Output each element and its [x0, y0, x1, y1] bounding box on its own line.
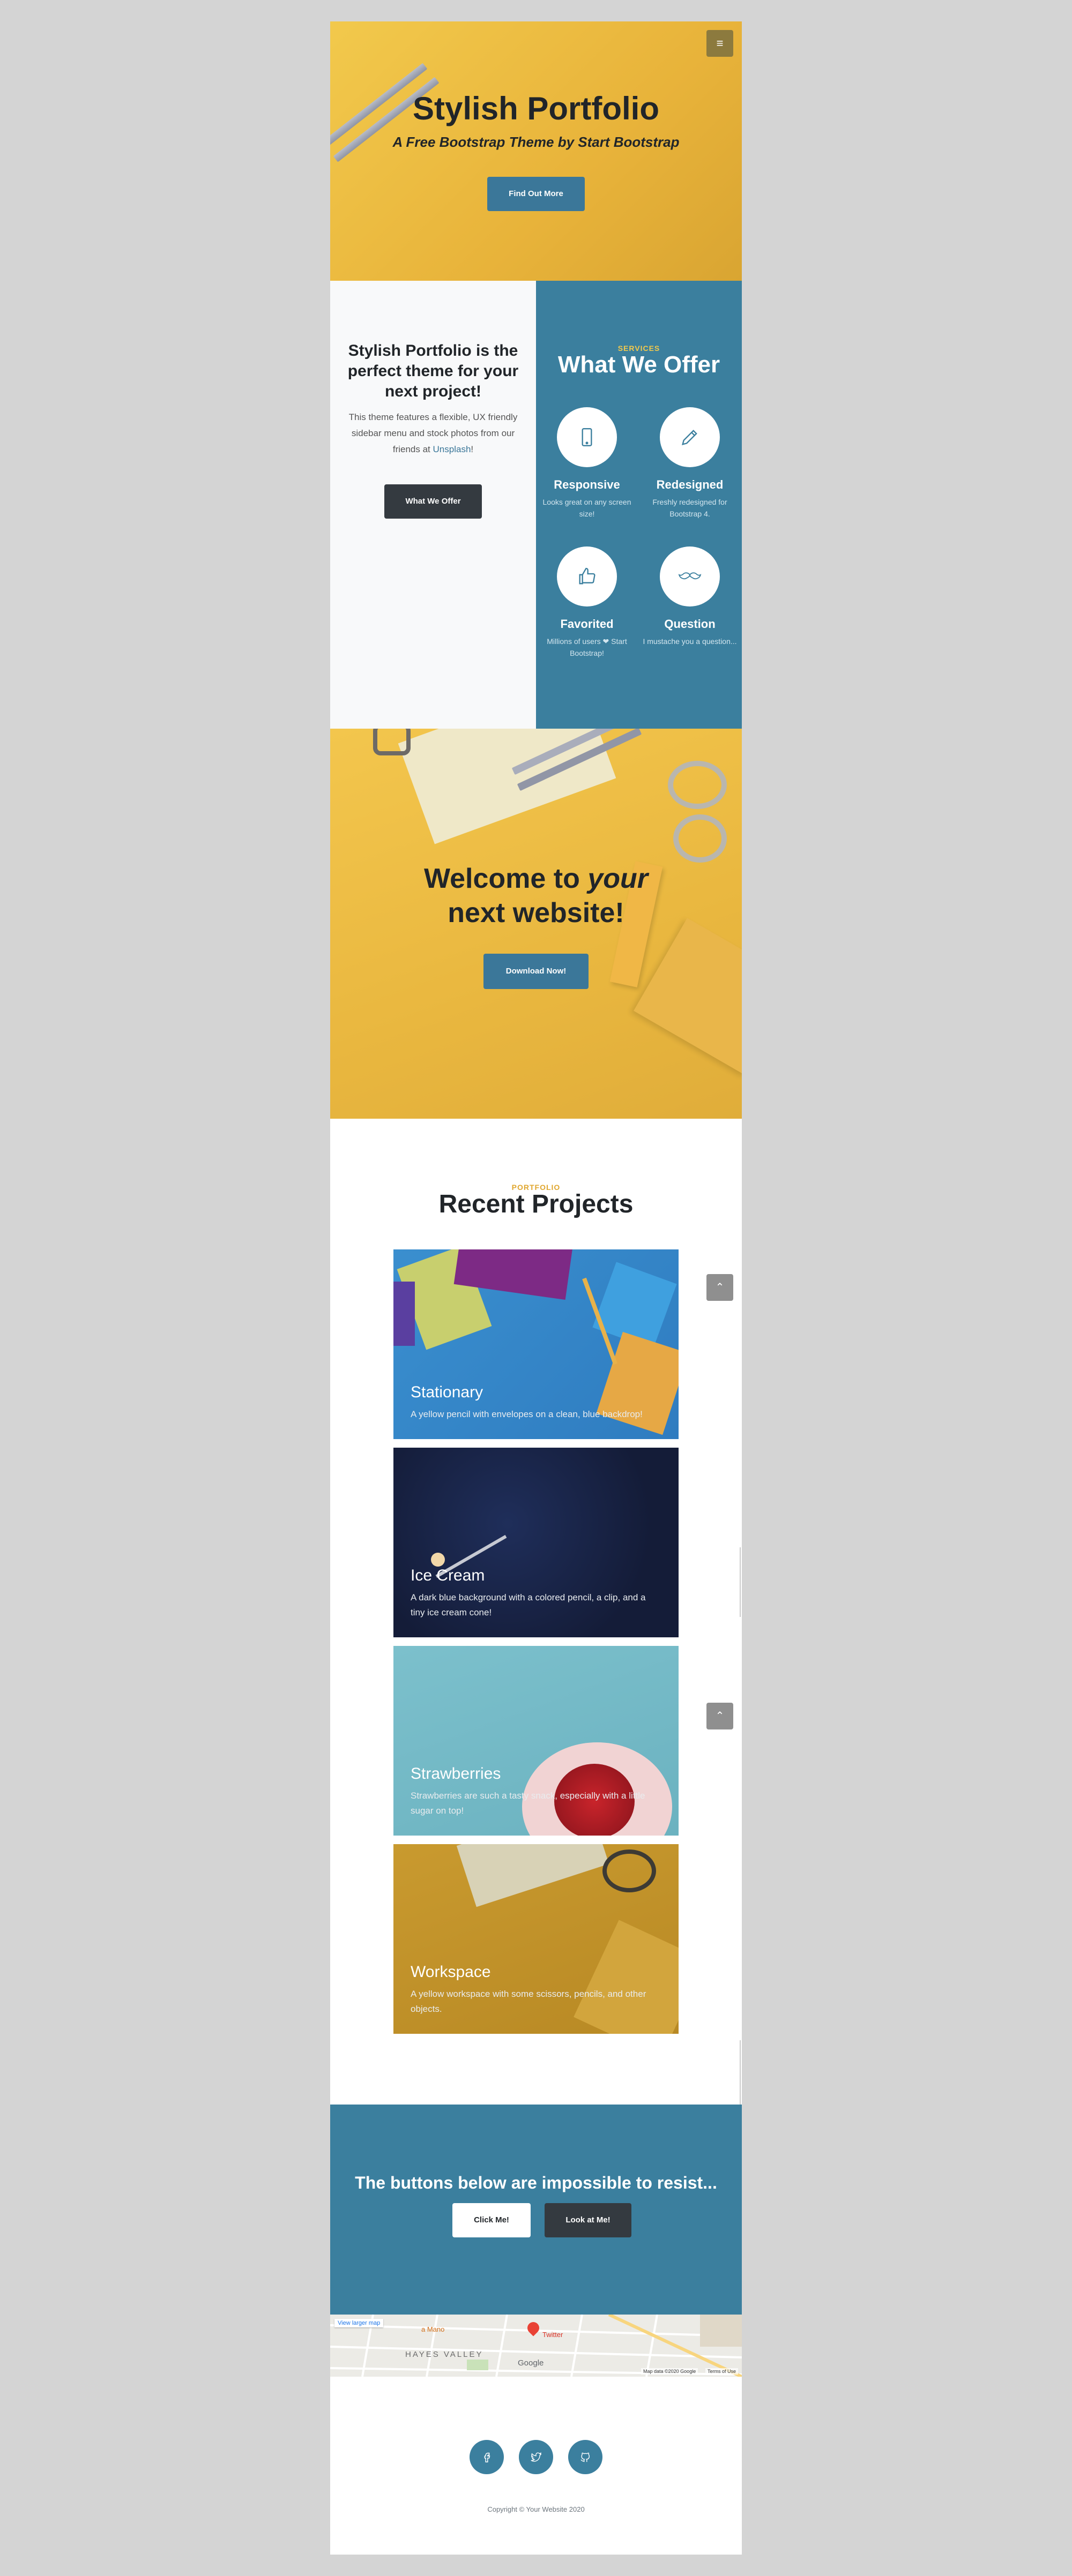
services-section: SERVICES What We Offer Responsive Looks …	[536, 281, 742, 729]
scrollbar[interactable]	[740, 2040, 741, 2115]
portfolio-title: Ice Cream	[411, 1567, 485, 1584]
map-terms-link[interactable]: Terms of Use	[705, 2368, 739, 2375]
look-at-me-button[interactable]: Look at Me!	[545, 2203, 631, 2237]
chevron-up-icon: ⌃	[715, 1710, 725, 1722]
portfolio-caption: Strawberries Strawberries are such a tas…	[411, 1765, 661, 1818]
service-text: I mustache you a question...	[643, 637, 737, 646]
scissors-decoration	[673, 814, 727, 863]
call-to-action-section: The buttons below are impossible to resi…	[330, 2105, 742, 2315]
portfolio-heading: Recent Projects	[438, 1190, 634, 1218]
hero-title: Stylish Portfolio	[412, 91, 660, 126]
callout-section: Welcome to your next website! Download No…	[330, 729, 742, 1119]
twitter-icon[interactable]	[519, 2440, 553, 2474]
hero-section: ≡ Stylish Portfolio A Free Bootstrap The…	[330, 21, 742, 281]
service-title: Redesigned	[656, 478, 724, 491]
map-place-label: a Mano	[421, 2325, 445, 2333]
portfolio-title: Strawberries	[411, 1765, 501, 1783]
copyright-text: Copyright © Your Website 2020	[487, 2505, 585, 2513]
portfolio-text: Strawberries are such a tasty snack, esp…	[411, 1791, 645, 1816]
about-heading: Stylish Portfolio is the perfect theme f…	[347, 342, 519, 400]
thumbs-up-icon	[557, 546, 617, 606]
service-title: Question	[664, 617, 716, 631]
find-out-more-button[interactable]: Find Out More	[487, 177, 585, 211]
phone-icon	[557, 407, 617, 467]
services-heading: What We Offer	[557, 351, 720, 378]
service-question: Question I mustache you a question...	[639, 546, 741, 647]
about-section: Stylish Portfolio is the perfect theme f…	[330, 281, 536, 729]
facebook-icon[interactable]	[470, 2440, 504, 2474]
notepad-decoration	[456, 1844, 609, 1907]
portfolio-text: A yellow pencil with envelopes on a clea…	[411, 1409, 643, 1419]
portfolio-caption: Stationary A yellow pencil with envelope…	[411, 1383, 661, 1422]
scissors-decoration	[602, 1849, 656, 1892]
callout-title: Welcome to your next website!	[423, 863, 648, 928]
portfolio-title: Workspace	[411, 1963, 491, 1981]
what-we-offer-button[interactable]: What We Offer	[384, 484, 482, 519]
scissors-decoration	[668, 761, 727, 809]
service-text: Freshly redesigned for Bootstrap 4.	[652, 498, 727, 518]
chevron-up-icon: ⌃	[715, 1282, 725, 1293]
service-favorited: Favorited Millions of users ❤ Start Boot…	[536, 546, 638, 659]
mustache-icon	[660, 546, 720, 606]
click-me-button[interactable]: Click Me!	[452, 2203, 531, 2237]
portfolio-item-stationary[interactable]: Stationary A yellow pencil with envelope…	[393, 1249, 679, 1439]
portfolio-item-workspace[interactable]: Workspace A yellow workspace with some s…	[393, 1844, 679, 2034]
page: ≡ Stylish Portfolio A Free Bootstrap The…	[330, 21, 742, 2555]
service-title: Responsive	[554, 478, 620, 491]
pencil-icon	[660, 407, 720, 467]
portfolio-item-strawberries[interactable]: Strawberries Strawberries are such a tas…	[393, 1646, 679, 1836]
binder-clip-decoration	[373, 729, 411, 755]
portfolio-title: Stationary	[411, 1383, 483, 1401]
envelope-decoration	[393, 1282, 415, 1346]
map-place-label: Twitter	[542, 2331, 563, 2339]
menu-toggle-button[interactable]: ≡	[706, 30, 733, 57]
service-title: Favorited	[560, 617, 614, 631]
google-logo: Google	[518, 2358, 544, 2368]
scroll-to-top-button[interactable]: ⌃	[706, 1274, 733, 1301]
ice-cream-decoration	[431, 1553, 445, 1567]
service-responsive: Responsive Looks great on any screen siz…	[536, 407, 638, 520]
view-larger-map-link[interactable]: View larger map	[334, 2319, 384, 2327]
notepad-decoration	[398, 729, 616, 844]
unsplash-link[interactable]: Unsplash	[433, 444, 471, 454]
portfolio-text: A yellow workspace with some scissors, p…	[411, 1989, 646, 2014]
cta-heading: The buttons below are impossible to resi…	[355, 2173, 717, 2192]
footer: Copyright © Your Website 2020	[330, 2377, 742, 2555]
portfolio-section: PORTFOLIO Recent Projects Stationary A y…	[330, 1119, 742, 2115]
hamburger-icon: ≡	[716, 36, 724, 50]
download-now-button[interactable]: Download Now!	[483, 954, 589, 989]
map-district-label: HAYES VALLEY	[405, 2350, 483, 2359]
service-text: Looks great on any screen size!	[542, 498, 631, 518]
map-section[interactable]: View larger map a Mano Twitter HAYES VAL…	[330, 2315, 742, 2377]
map-attribution: Map data ©2020 Google	[641, 2368, 698, 2375]
github-icon[interactable]	[568, 2440, 602, 2474]
scrollbar[interactable]	[740, 1547, 741, 1617]
service-redesigned: Redesigned Freshly redesigned for Bootst…	[639, 407, 741, 520]
hero-subtitle: A Free Bootstrap Theme by Start Bootstra…	[392, 134, 680, 150]
portfolio-caption: Ice Cream A dark blue background with a …	[411, 1567, 661, 1620]
portfolio-caption: Workspace A yellow workspace with some s…	[411, 1963, 661, 2017]
envelope-decoration	[634, 918, 742, 1075]
service-text: Millions of users ❤ Start Bootstrap!	[547, 637, 627, 657]
scroll-to-top-button[interactable]: ⌃	[706, 1703, 733, 1729]
about-text: This theme features a flexible, UX frien…	[348, 412, 518, 454]
portfolio-text: A dark blue background with a colored pe…	[411, 1592, 646, 1618]
portfolio-item-ice-cream[interactable]: Ice Cream A dark blue background with a …	[393, 1448, 679, 1637]
